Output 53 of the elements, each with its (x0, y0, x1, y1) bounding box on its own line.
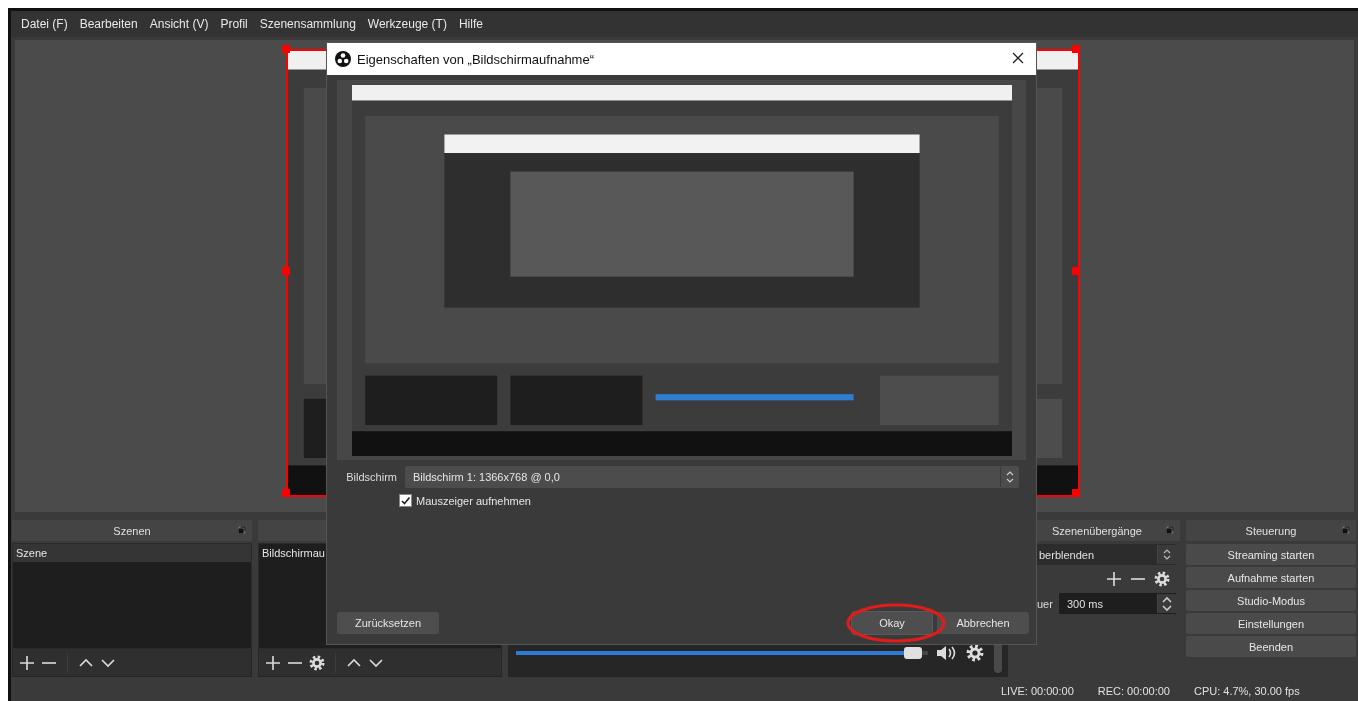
settings-icon[interactable] (309, 654, 325, 671)
settings-icon[interactable] (966, 644, 984, 662)
menu-item[interactable]: Datei (F) (15, 17, 74, 31)
dialog-button[interactable]: Abbrechen (937, 612, 1029, 634)
menu-item[interactable]: Ansicht (V) (143, 17, 215, 31)
resize-handle[interactable] (1072, 45, 1080, 53)
resize-handle[interactable] (282, 267, 290, 275)
panel-title: Szenen (113, 524, 151, 537)
duration-field[interactable]: 300 ms (1058, 593, 1176, 614)
menu-item[interactable]: Bearbeiten (73, 17, 144, 31)
undock-icon[interactable] (1166, 526, 1174, 534)
menu-item[interactable]: Szenensammlung (253, 17, 362, 31)
menu-item[interactable]: Werkzeuge (T) (361, 17, 453, 31)
control-button[interactable]: Streaming starten (1186, 544, 1356, 565)
panel-title: Steuerung (1245, 524, 1297, 537)
select-value: Bildschirm 1: 1366x768 @ 0,0 (413, 471, 560, 483)
resize-handle[interactable] (282, 45, 290, 53)
add-icon[interactable] (1106, 571, 1122, 587)
dialog-button[interactable]: Okay (852, 612, 932, 634)
status-text: LIVE: 00:00:00 (1001, 684, 1074, 697)
transition-select[interactable]: berblenden (1037, 544, 1176, 565)
resize-handle[interactable] (1072, 489, 1080, 497)
checkbox-label: Mauszeiger aufnehmen (416, 494, 531, 507)
menu-item[interactable]: Profil (214, 17, 254, 31)
dialog-button[interactable]: Zurücksetzen (337, 612, 439, 634)
control-button[interactable]: Einstellungen (1186, 613, 1356, 634)
resize-handle[interactable] (282, 489, 290, 497)
spin-arrows-icon[interactable] (1157, 594, 1176, 613)
resize-handle[interactable] (1072, 267, 1080, 275)
field-label: Bildschirm (345, 470, 397, 484)
undock-icon[interactable] (238, 526, 246, 534)
select-value: berblenden (1039, 548, 1095, 561)
undock-icon[interactable] (1342, 526, 1350, 534)
menu-item[interactable]: Hilfe (452, 17, 489, 31)
logo-icon (335, 51, 351, 67)
field-value: 300 ms (1066, 597, 1103, 610)
control-button[interactable]: Beenden (1186, 636, 1356, 657)
duration-label: uer (1037, 597, 1053, 610)
status-text: REC: 00:00:00 (1097, 684, 1170, 697)
checkbox[interactable] (399, 494, 412, 507)
speaker-icon[interactable] (936, 644, 958, 662)
status-text: CPU: 4.7%, 30.00 fps (1193, 684, 1300, 697)
slider-thumb[interactable] (903, 647, 922, 659)
control-button[interactable]: Aufnahme starten (1186, 567, 1356, 588)
add-icon[interactable] (19, 654, 35, 671)
panel-title: Szenenübergänge (1052, 524, 1142, 537)
spin-arrows-icon[interactable] (1157, 545, 1176, 564)
add-icon[interactable] (265, 654, 281, 671)
scene-item[interactable]: Szene (13, 544, 251, 562)
dialog-title: Eigenschaften von „Bildschirmaufnahme“ (357, 51, 595, 67)
control-button[interactable]: Studio-Modus (1186, 590, 1356, 611)
display-select[interactable]: Bildschirm 1: 1366x768 @ 0,0 (405, 466, 1019, 488)
settings-icon[interactable] (1154, 571, 1170, 587)
